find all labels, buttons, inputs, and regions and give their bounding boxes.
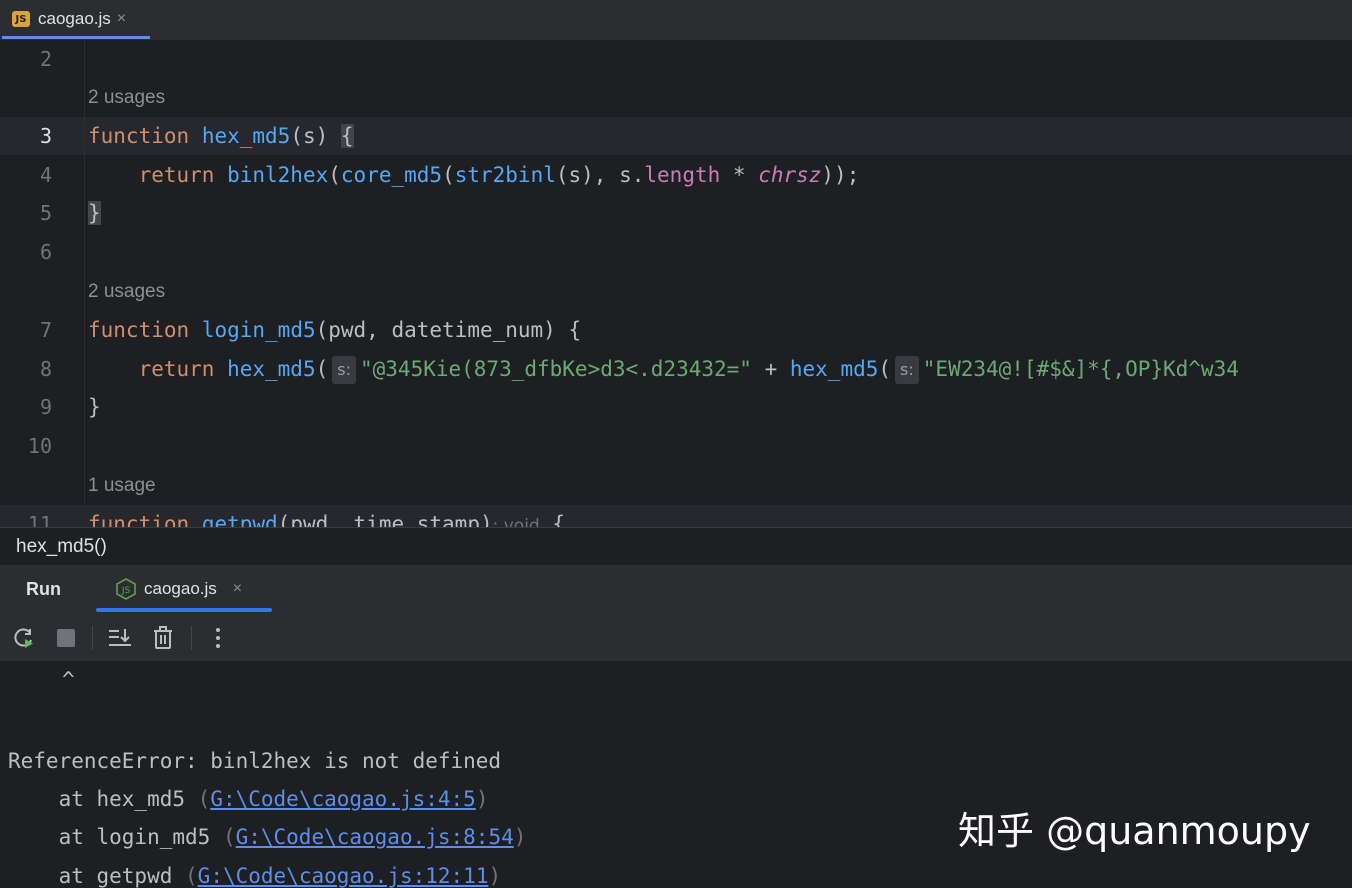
active-tab-indicator: [2, 36, 150, 39]
stop-button[interactable]: [52, 624, 80, 652]
line-number: 3: [39, 124, 52, 148]
usages-hint[interactable]: 2 usages: [88, 79, 165, 117]
usages-hint-row: 2 usages: [0, 79, 1352, 117]
stop-icon: [57, 629, 75, 647]
line-number: 5: [39, 201, 52, 225]
source-link[interactable]: G:\Code\caogao.js:8:54: [236, 825, 514, 849]
matched-brace: }: [88, 201, 101, 225]
usages-hint-row: 1 usage: [0, 467, 1352, 505]
breadcrumb-item[interactable]: hex_md5(): [16, 536, 107, 558]
close-icon[interactable]: ×: [233, 580, 242, 598]
parameter-hint: s:: [332, 356, 356, 384]
code-line[interactable]: 8 return hex_md5(s: "@345Kie(873_dfbKe>d3…: [0, 350, 1352, 388]
code-line[interactable]: 10: [0, 427, 1352, 465]
close-icon[interactable]: ×: [117, 10, 126, 28]
run-tab-caogao[interactable]: JS caogao.js ×: [96, 565, 272, 613]
usages-hint[interactable]: 1 usage: [88, 467, 156, 505]
code-line[interactable]: 11 function getpwd(pwd, time_stamp): voi…: [0, 505, 1352, 527]
stack-frame: at getpwd (G:\Code\caogao.js:12:11): [8, 864, 502, 888]
js-file-icon: JS: [12, 11, 30, 27]
stack-frame: at login_md5 (G:\Code\caogao.js:8:54): [8, 825, 527, 849]
matched-brace: {: [340, 124, 354, 148]
line-number: 8: [39, 357, 52, 381]
line-number: 10: [27, 434, 52, 458]
more-options-button[interactable]: [204, 624, 232, 652]
return-type-hint: : void: [492, 516, 540, 527]
code-line[interactable]: 2: [0, 40, 1352, 78]
clear-button[interactable]: [149, 624, 177, 652]
code-line[interactable]: 3 function hex_md5(s) {: [0, 117, 1352, 155]
code-text: function getpwd(pwd, time_stamp): void {: [88, 505, 565, 527]
line-number: 4: [39, 163, 52, 187]
svg-text:JS: JS: [121, 586, 131, 596]
nodejs-icon: JS: [116, 578, 136, 600]
line-number: 9: [39, 395, 52, 419]
rerun-icon: [14, 628, 33, 648]
code-line[interactable]: 5 }: [0, 194, 1352, 232]
rerun-button[interactable]: [10, 624, 38, 652]
code-editor[interactable]: 2 2 usages 3 function hex_md5(s) { 4 ret…: [0, 40, 1352, 527]
trash-icon: [154, 626, 172, 649]
code-line[interactable]: 6: [0, 233, 1352, 271]
toolbar-separator: [191, 626, 192, 650]
usages-hint-row: 2 usages: [0, 273, 1352, 311]
code-text: }: [88, 194, 101, 232]
line-number: 7: [39, 318, 52, 342]
editor-tab-bar: JS caogao.js ×: [0, 0, 1352, 41]
usages-hint[interactable]: 2 usages: [88, 273, 165, 311]
active-tab-indicator: [96, 608, 272, 612]
stack-frame: at hex_md5 (G:\Code\caogao.js:4:5): [8, 787, 489, 811]
run-tab-label: caogao.js: [144, 579, 217, 598]
more-vertical-icon: [216, 628, 220, 648]
file-tab-caogao[interactable]: JS caogao.js ×: [0, 0, 150, 38]
code-text: function hex_md5(s) {: [88, 124, 354, 148]
line-number: 2: [39, 47, 52, 71]
breadcrumb: hex_md5(): [0, 527, 1352, 566]
run-title: Run: [26, 579, 61, 599]
code-text: return binl2hex(core_md5(str2binl(s), s.…: [138, 163, 860, 187]
scroll-to-end-icon: [109, 629, 131, 646]
code-text: return hex_md5(s: "@345Kie(873_dfbKe>d3<.…: [88, 350, 1239, 388]
watermark: 知乎 @quanmoupy: [958, 809, 1311, 853]
source-link[interactable]: G:\Code\caogao.js:12:11: [198, 864, 489, 888]
console-caret: ^: [62, 668, 75, 692]
source-link[interactable]: G:\Code\caogao.js:4:5: [210, 787, 476, 811]
code-line[interactable]: 4 return binl2hex(core_md5(str2binl(s), …: [0, 156, 1352, 194]
console-error-message: ReferenceError: binl2hex is not defined: [8, 749, 502, 773]
code-line[interactable]: 9 }: [0, 388, 1352, 426]
code-line[interactable]: 7 function login_md5(pwd, datetime_num) …: [0, 311, 1352, 349]
line-number: 6: [39, 240, 52, 264]
toolbar-separator: [92, 626, 93, 650]
scroll-to-end-button[interactable]: [106, 624, 134, 652]
run-toolbar: [0, 615, 1352, 661]
parameter-hint: s:: [895, 356, 919, 384]
code-text: }: [88, 395, 101, 419]
line-number: 11: [27, 512, 52, 527]
code-text: function login_md5(pwd, datetime_num) {: [88, 318, 582, 342]
file-tab-label: caogao.js: [38, 9, 111, 28]
